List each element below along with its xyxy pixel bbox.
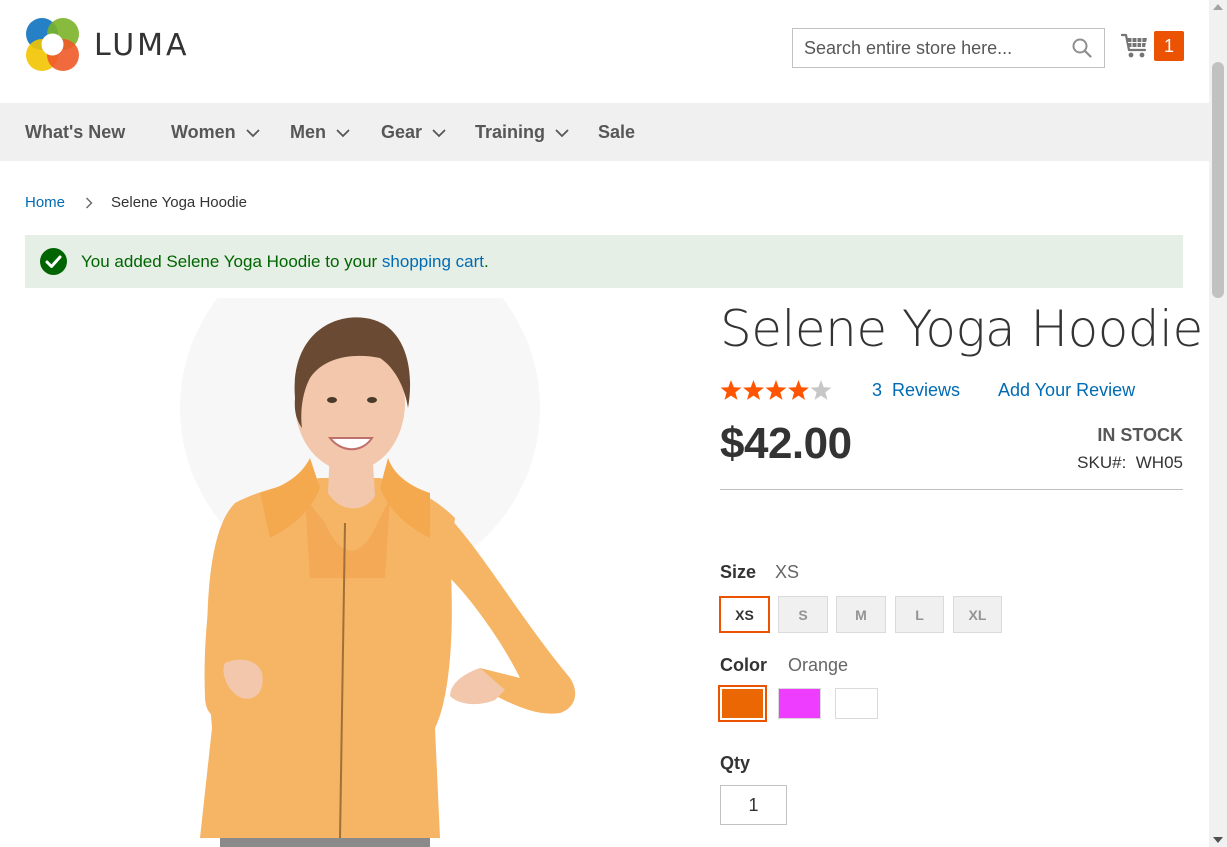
star-filled-icon	[720, 380, 742, 400]
product-image[interactable]	[150, 298, 590, 847]
chevron-down-icon	[432, 128, 446, 137]
stock-status: IN STOCK	[1097, 425, 1183, 445]
size-selected-value: XS	[775, 562, 800, 582]
scroll-down-arrow-icon[interactable]	[1213, 837, 1223, 843]
product-title: Selene Yoga Hoodie	[720, 300, 1203, 358]
size-option-l[interactable]: L	[895, 596, 944, 633]
search-icon[interactable]	[1072, 38, 1092, 58]
store-logo[interactable]: LUMA	[25, 17, 190, 73]
size-option-s[interactable]: S	[778, 596, 828, 633]
scroll-up-arrow-icon[interactable]	[1213, 4, 1223, 10]
search-box	[792, 28, 1105, 68]
scrollbar-thumb[interactable]	[1212, 62, 1224, 298]
star-empty-icon	[810, 380, 832, 400]
chevron-down-icon	[246, 128, 260, 137]
qty-label: Qty	[720, 753, 751, 773]
reviews-link[interactable]: 3 Reviews	[872, 380, 960, 401]
qty-input[interactable]	[720, 785, 787, 825]
star-rating-icon	[720, 380, 832, 400]
breadcrumb: Home Selene Yoga Hoodie	[25, 194, 247, 211]
chevron-down-icon	[555, 128, 569, 137]
luma-logo-icon	[26, 18, 79, 71]
nav-item-whats-new[interactable]: What's New	[25, 103, 125, 161]
nav-item-training[interactable]: Training	[475, 103, 569, 161]
size-option-xs[interactable]: XS	[719, 596, 770, 633]
breadcrumb-home-link[interactable]: Home	[25, 194, 65, 211]
color-label: Color	[720, 655, 767, 675]
rating-stars	[720, 379, 832, 403]
chevron-right-icon	[85, 197, 93, 209]
add-review-link[interactable]: Add Your Review	[998, 380, 1135, 401]
star-filled-icon	[788, 380, 809, 400]
breadcrumb-current: Selene Yoga Hoodie	[111, 194, 247, 211]
shopping-cart-icon	[1121, 33, 1147, 58]
product-price: $42.00	[720, 419, 852, 468]
product-sku: SKU#: WH05	[1077, 453, 1183, 472]
color-selected-value: Orange	[788, 655, 849, 675]
shopping-cart-link[interactable]: shopping cart	[382, 252, 484, 271]
color-swatch-purple[interactable]	[778, 688, 821, 719]
cart-count-badge: 1	[1154, 31, 1184, 61]
nav-item-sale[interactable]: Sale	[598, 103, 635, 161]
nav-item-label: Gear	[381, 121, 423, 142]
minicart-button[interactable]: 1	[1121, 31, 1184, 61]
color-swatch-orange[interactable]	[718, 685, 767, 722]
message-text: You added Selene Yoga Hoodie to your sho…	[81, 251, 489, 271]
success-message: You added Selene Yoga Hoodie to your sho…	[25, 235, 1183, 288]
nav-item-women[interactable]: Women	[171, 103, 260, 161]
product-photo	[180, 298, 576, 847]
nav-item-gear[interactable]: Gear	[381, 103, 446, 161]
star-filled-icon	[765, 380, 787, 400]
size-label: Size	[720, 562, 757, 582]
color-swatch-white[interactable]	[835, 688, 878, 719]
logo-text: LUMA	[94, 27, 190, 63]
nav-item-label: Men	[290, 121, 326, 142]
search-input[interactable]	[793, 29, 1063, 67]
page-scrollbar[interactable]	[1209, 0, 1227, 847]
nav-item-label: What's New	[25, 121, 126, 142]
size-option-xl[interactable]: XL	[953, 596, 1002, 633]
size-option-m[interactable]: M	[836, 596, 886, 633]
divider	[720, 489, 1183, 490]
nav-item-label: Sale	[598, 121, 636, 142]
chevron-down-icon	[336, 128, 350, 137]
main-navigation: What's New Women Men Gear Training Sale	[0, 103, 1209, 161]
nav-item-label: Training	[475, 121, 546, 142]
nav-item-label: Women	[171, 121, 236, 142]
star-filled-icon	[743, 380, 764, 400]
nav-item-men[interactable]: Men	[290, 103, 350, 161]
page-header: LUMA 1	[0, 0, 1209, 103]
checkmark-circle-icon	[40, 248, 67, 275]
